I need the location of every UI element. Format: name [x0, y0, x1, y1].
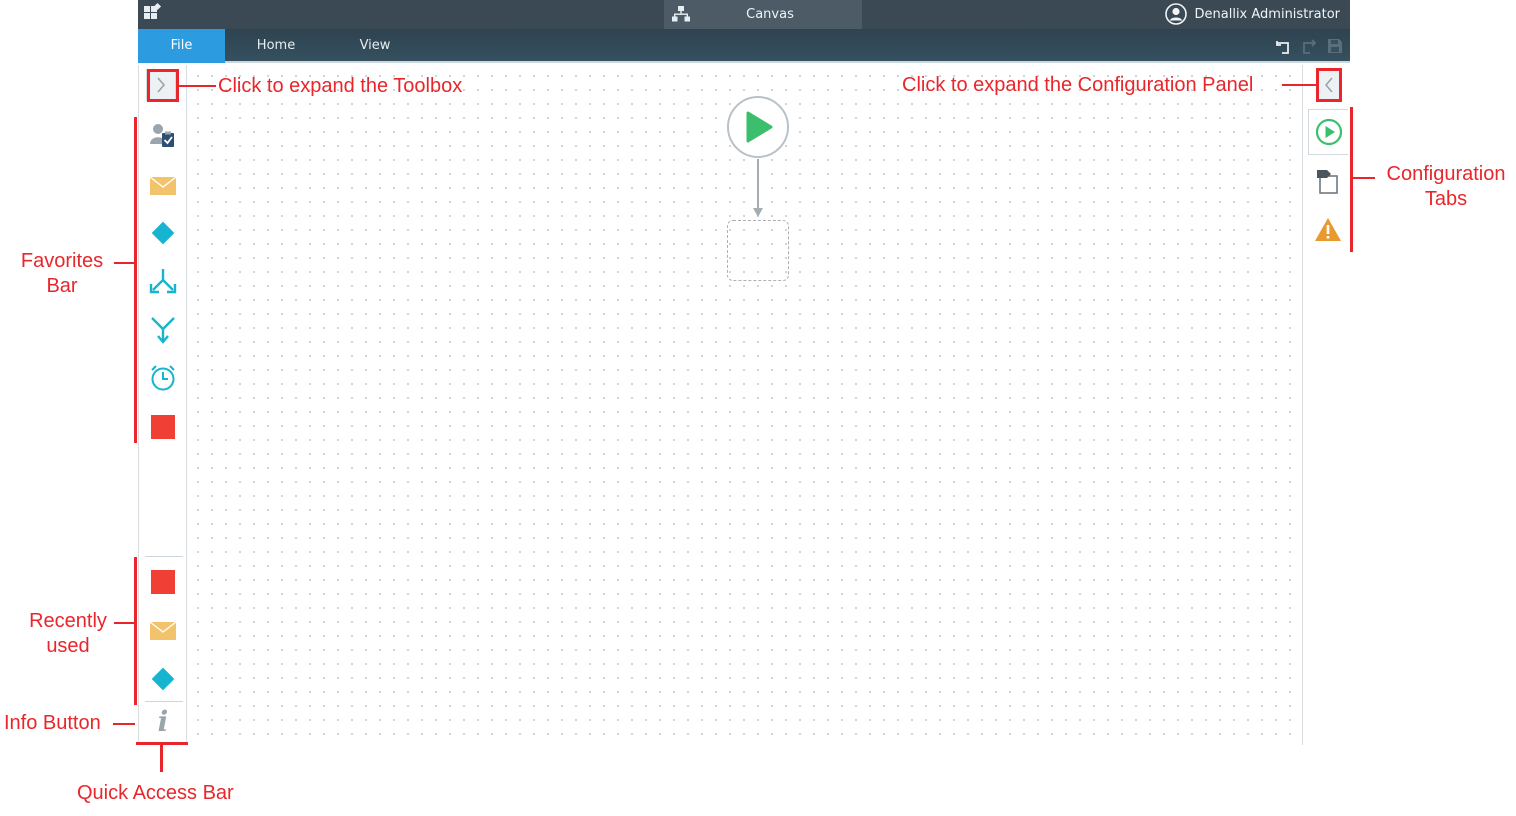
callout-favorites-line2: Bar — [46, 275, 78, 297]
email-icon — [149, 621, 177, 640]
callout-bracket — [147, 69, 179, 72]
design-canvas[interactable] — [187, 65, 1302, 745]
favorite-email[interactable] — [149, 172, 177, 200]
quick-access-bar: i — [138, 65, 187, 745]
tab-view[interactable]: View — [343, 29, 407, 63]
connector-line[interactable] — [757, 159, 759, 211]
config-tab-start[interactable] — [1308, 109, 1348, 155]
undo-icon[interactable] — [1274, 37, 1292, 55]
expand-toolbox-button[interactable] — [146, 69, 176, 101]
callout-info: Info Button — [4, 712, 101, 734]
timer-icon — [151, 365, 175, 391]
end-icon — [151, 570, 175, 594]
favorite-timer[interactable] — [149, 364, 177, 392]
redo-icon[interactable] — [1300, 37, 1318, 55]
task-icon — [150, 124, 174, 147]
favorite-split[interactable] — [149, 268, 177, 296]
title-bar: Canvas Denallix Administrator — [138, 0, 1350, 29]
start-node[interactable] — [727, 96, 789, 158]
callout-bracket — [1339, 68, 1342, 102]
favorite-end[interactable] — [149, 413, 177, 441]
favorite-task[interactable] — [149, 122, 177, 150]
config-tab-references[interactable] — [1308, 158, 1348, 204]
reference-icon — [1317, 170, 1338, 194]
callout-bracket — [134, 117, 137, 443]
decision-icon — [151, 221, 175, 245]
callout-config-tabs: Configuration Tabs — [1378, 162, 1514, 212]
user-name: Denallix Administrator — [1194, 6, 1341, 22]
placeholder-step[interactable] — [727, 220, 789, 281]
merge-icon — [151, 317, 175, 344]
play-icon — [746, 111, 773, 143]
callout-recent-line2: used — [46, 635, 90, 657]
callout-favorites: Favorites Bar — [10, 249, 114, 299]
canvas-tab-label: Canvas — [746, 7, 794, 22]
expand-configuration-panel-button[interactable] — [1318, 69, 1340, 101]
tab-home[interactable]: Home — [238, 29, 314, 63]
app-launcher-icon[interactable] — [144, 2, 162, 20]
email-icon — [149, 176, 177, 195]
callout-bracket — [147, 99, 179, 102]
callout-recent-line1: Recently — [29, 610, 107, 632]
connector-arrow-icon — [753, 208, 763, 217]
designer-window: Canvas Denallix Administrator File Home … — [138, 0, 1350, 745]
callout-toolbox: Click to expand the Toolbox — [218, 75, 463, 97]
chevron-right-icon — [157, 77, 166, 93]
split-icon — [149, 269, 177, 294]
callout-bracket — [1350, 107, 1353, 252]
callout-recent: Recently used — [18, 609, 118, 659]
callout-line — [160, 745, 163, 772]
user-avatar-icon — [1164, 3, 1187, 25]
configuration-panel — [1302, 65, 1350, 745]
callout-config-tabs-line1: Configuration — [1386, 163, 1506, 185]
callout-favorites-line1: Favorites — [20, 250, 104, 272]
decision-icon — [151, 667, 175, 691]
canvas-tab[interactable]: Canvas — [664, 0, 862, 29]
warning-icon — [1315, 218, 1341, 241]
favorite-merge[interactable] — [149, 316, 177, 344]
ribbon: File Home View — [138, 29, 1350, 63]
toolbox-divider — [145, 701, 183, 702]
save-icon[interactable] — [1326, 37, 1344, 55]
recent-decision[interactable] — [149, 665, 177, 693]
end-icon — [151, 415, 175, 439]
recent-end[interactable] — [149, 568, 177, 596]
callout-bracket — [1316, 68, 1319, 102]
config-tab-warnings[interactable] — [1308, 207, 1348, 253]
callout-config-panel: Click to expand the Configuration Panel — [902, 74, 1254, 96]
user-menu[interactable]: Denallix Administrator — [1164, 3, 1341, 25]
info-icon: i — [157, 705, 169, 738]
tab-file[interactable]: File — [138, 29, 225, 63]
callout-bracket — [147, 69, 150, 102]
chevron-left-icon — [1324, 77, 1333, 93]
start-icon — [1315, 118, 1342, 146]
info-button[interactable]: i — [151, 705, 175, 739]
callout-line — [1353, 177, 1375, 179]
callout-bracket — [134, 557, 137, 705]
callout-config-tabs-line2: Tabs — [1424, 188, 1468, 210]
callout-quick-access: Quick Access Bar — [77, 782, 234, 804]
callout-line — [114, 262, 134, 264]
favorite-decision[interactable] — [149, 219, 177, 247]
callout-line — [1282, 84, 1316, 86]
callout-line — [179, 85, 216, 87]
callout-line — [113, 723, 135, 725]
toolbox-divider — [145, 556, 183, 557]
recent-email[interactable] — [149, 617, 177, 645]
